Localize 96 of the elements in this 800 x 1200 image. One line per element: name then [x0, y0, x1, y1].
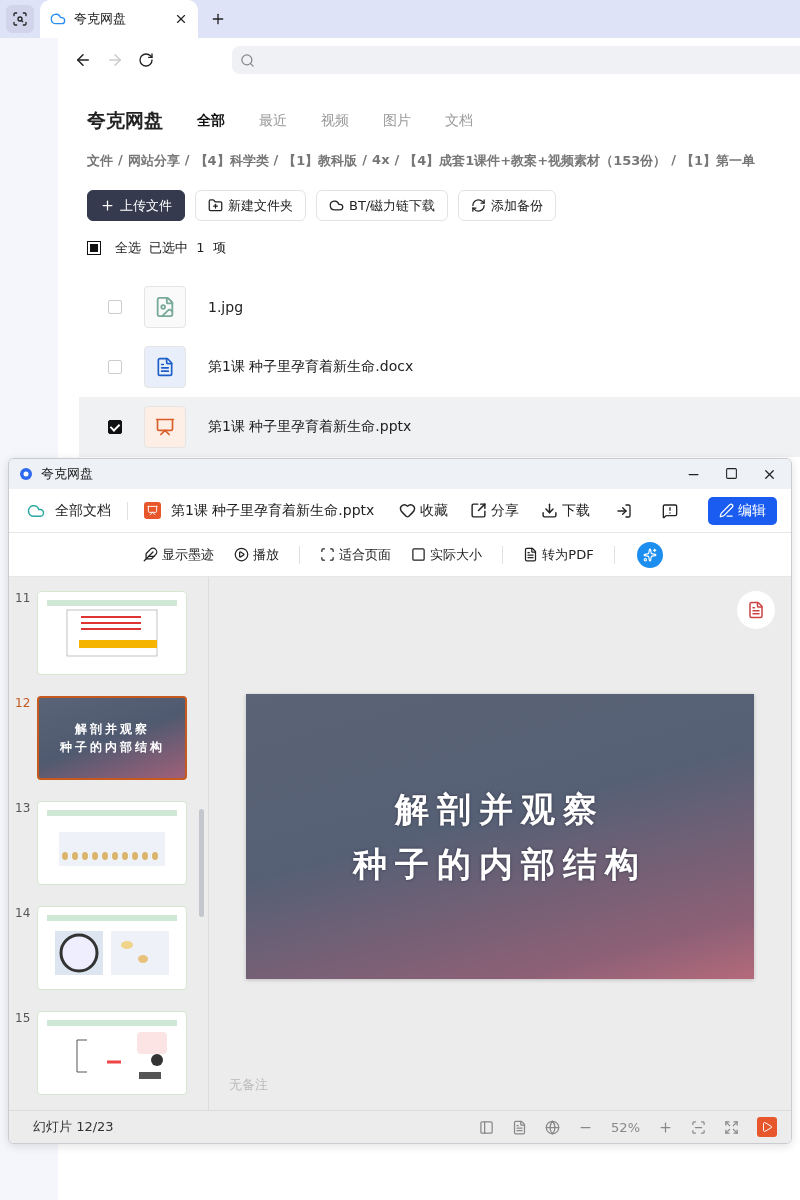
play-icon — [761, 1121, 773, 1133]
slide-number: 12 — [15, 696, 29, 712]
brand-title: 夸克网盘 — [87, 108, 163, 133]
maximize-icon[interactable] — [725, 466, 738, 480]
app-logo-icon — [19, 467, 33, 481]
category-tab[interactable]: 全部 — [197, 112, 225, 130]
document-title: 第1课 种子里孕育着新生命.pptx — [171, 501, 376, 520]
action-button[interactable]: 新建文件夹 — [195, 190, 306, 221]
fit-icon[interactable] — [691, 1119, 706, 1135]
slide-number: 14 — [15, 906, 29, 922]
slide-number: 11 — [15, 591, 29, 607]
file-checkbox[interactable] — [108, 420, 122, 434]
folder-icon — [208, 198, 223, 213]
breadcrumb-separator: / — [394, 152, 400, 169]
edit-button[interactable]: 编辑 — [708, 496, 777, 525]
export-icon[interactable] — [616, 502, 632, 519]
toolbar-button[interactable]: 转为PDF — [517, 544, 600, 565]
breadcrumb-link[interactable]: 【1】第一单 — [681, 152, 756, 170]
fullscreen-icon[interactable] — [724, 1119, 739, 1135]
file-name: 第1课 种子里孕育着新生命.docx — [208, 358, 414, 376]
breadcrumb-separator: / — [273, 152, 279, 169]
toolbar-button[interactable]: 播放 — [228, 544, 286, 565]
search-icon — [240, 52, 255, 68]
favorite-icon — [399, 502, 416, 519]
breadcrumb-link[interactable]: 【4】成套1课件+教案+视频素材（153份） — [404, 152, 667, 170]
download-icon — [541, 502, 558, 519]
panel-icon[interactable] — [479, 1119, 495, 1135]
documents-link[interactable]: 全部文档 — [55, 501, 111, 520]
image-icon — [154, 296, 176, 318]
slide-thumbnail[interactable] — [37, 591, 187, 675]
toolbar-button[interactable]: 实际大小 — [405, 544, 489, 565]
zoom-in-icon[interactable] — [658, 1119, 673, 1135]
file-row[interactable]: 第1课 种子里孕育着新生命.docx — [79, 337, 800, 397]
breadcrumb-link[interactable]: 【4】科学类 — [194, 152, 269, 170]
slide-title: 种子的内部结构 — [59, 739, 165, 756]
breadcrumb-link[interactable]: 4x — [372, 152, 390, 170]
slide-number: 13 — [15, 801, 29, 817]
file-row[interactable]: 第1课 种子里孕育着新生命.pptx — [79, 397, 800, 457]
feedback-icon[interactable] — [662, 502, 678, 519]
action-button[interactable]: 添加备份 — [458, 190, 557, 221]
breadcrumb-link[interactable]: 文件 — [87, 152, 113, 170]
close-tab-icon[interactable] — [174, 12, 188, 26]
pdf-icon — [747, 601, 765, 619]
word-file-icon — [144, 346, 186, 388]
file-name: 1.jpg — [208, 299, 244, 315]
tab-search-button[interactable] — [6, 5, 34, 33]
upload-icon — [100, 198, 115, 213]
breadcrumb-link[interactable]: 【1】教科版 — [283, 152, 358, 170]
sparkle-icon — [642, 547, 657, 562]
breadcrumb-separator: / — [671, 152, 677, 169]
fit-icon — [320, 547, 336, 562]
share-icon — [470, 502, 487, 519]
new-tab-icon[interactable] — [210, 11, 226, 27]
slide-thumbnail[interactable] — [37, 1011, 187, 1095]
file-row[interactable]: 1.jpg — [79, 277, 800, 337]
slide-title: 解剖并观察 — [74, 721, 150, 738]
play-icon — [234, 547, 250, 562]
browser-tab[interactable]: 夸克网盘 — [40, 0, 198, 38]
toolbar-button[interactable]: 分享 — [464, 501, 525, 520]
file-name: 第1课 种子里孕育着新生命.pptx — [208, 418, 412, 436]
selection-count: 已选中 1 项 — [149, 239, 226, 257]
window-title: 夸克网盘 — [41, 465, 93, 483]
select-all-label: 全选 — [115, 239, 141, 257]
action-button[interactable]: BT/磁力链下载 — [316, 190, 449, 221]
breadcrumb-separator: / — [362, 152, 368, 169]
back-icon[interactable] — [74, 51, 92, 69]
powerpoint-icon — [144, 502, 161, 519]
toolbar-button[interactable]: 显示墨迹 — [137, 544, 221, 565]
slide-counter: 幻灯片 12/23 — [33, 1118, 114, 1136]
slide-number: 15 — [15, 1011, 29, 1027]
reload-icon[interactable] — [138, 52, 154, 68]
ai-assistant-button[interactable] — [636, 541, 663, 568]
breadcrumb-link[interactable]: 网站分享 — [127, 152, 180, 170]
slide-thumbnail[interactable]: 解剖并观察 种子的内部结构 — [37, 696, 187, 780]
select-all-checkbox[interactable] — [87, 241, 101, 255]
toolbar-button[interactable]: 下载 — [535, 501, 596, 520]
zoom-level: 52% — [611, 1119, 640, 1135]
slide-thumbnail[interactable] — [37, 801, 187, 885]
pdf-convert-button[interactable] — [737, 591, 775, 629]
toolbar-button[interactable]: 适合页面 — [314, 544, 398, 565]
slide-title: 解剖并观察 — [395, 788, 605, 832]
action-button[interactable]: 上传文件 — [87, 190, 185, 221]
slides-icon — [155, 417, 175, 437]
slide-title: 种子的内部结构 — [353, 842, 647, 886]
toolbar-button[interactable]: 收藏 — [393, 501, 454, 520]
scan-search-icon — [12, 11, 28, 27]
play-button[interactable] — [757, 1117, 777, 1137]
pdf-icon — [523, 547, 539, 562]
slide-thumbnail[interactable] — [37, 906, 187, 990]
tab-title: 夸克网盘 — [74, 10, 126, 28]
breadcrumb-separator: / — [118, 152, 123, 169]
cloud-icon — [50, 11, 66, 27]
globe-icon[interactable] — [545, 1119, 561, 1135]
breadcrumb-separator: / — [184, 152, 190, 169]
notes-icon[interactable] — [512, 1119, 528, 1135]
pen-icon — [719, 503, 734, 518]
